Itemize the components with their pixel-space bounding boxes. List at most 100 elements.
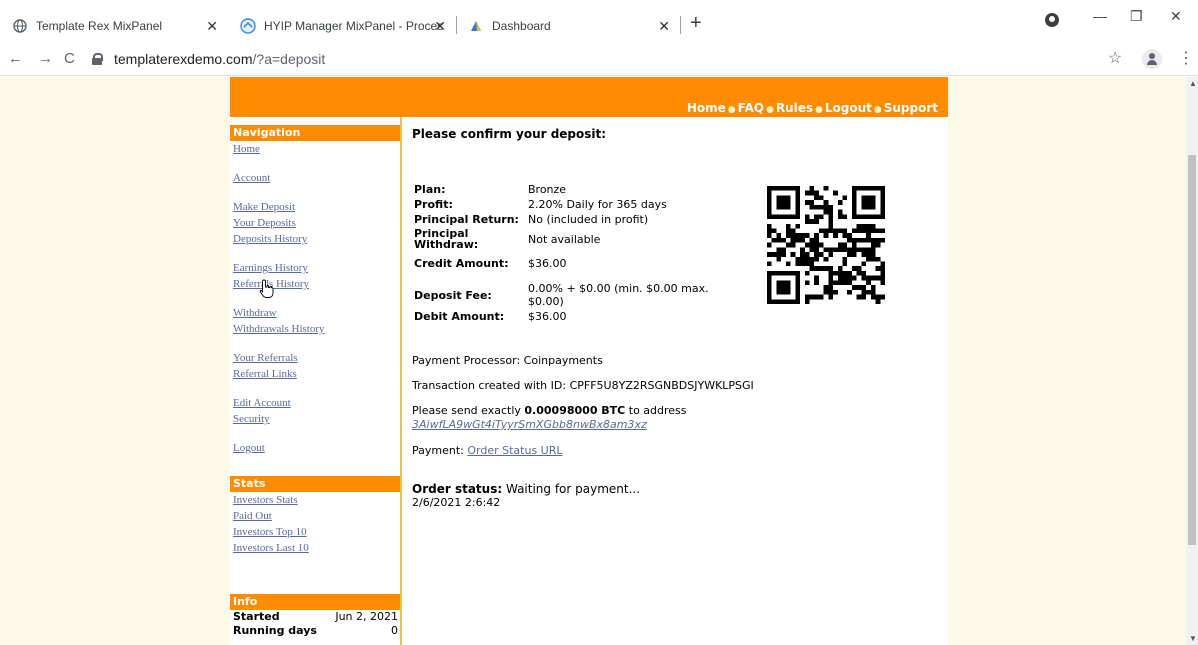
nav-withdraw[interactable]: Withdraw — [230, 305, 400, 321]
site-container: Home ● FAQ ● Rules ● Logout ● Support Navigation… — [230, 77, 948, 645]
scrollbar-thumb[interactable] — [1188, 155, 1196, 545]
forward-arrow-icon[interactable]: → — [38, 50, 53, 67]
qr-module — [880, 214, 885, 220]
nav-your-deposits[interactable]: Your Deposits — [230, 215, 400, 231]
nav-home[interactable]: Home — [230, 141, 400, 157]
left-sidebar: Navigation Home Account Make Deposit You… — [230, 117, 402, 645]
qr-module — [833, 280, 838, 286]
info-value: Jun 2, 2021 — [335, 610, 398, 623]
top-nav-home[interactable]: Home — [687, 101, 726, 115]
scroll-down-arrow-icon[interactable]: ▼ — [1189, 634, 1197, 643]
qr-module — [781, 252, 786, 257]
scroll-up-arrow-icon[interactable]: ▲ — [1189, 79, 1197, 88]
qr-module — [767, 261, 772, 267]
qr-module — [781, 204, 786, 210]
qr-module — [837, 266, 843, 271]
qr-module — [814, 252, 819, 257]
stats-investors-top-10[interactable]: Investors Top 10 — [230, 524, 400, 540]
nav-withdrawals-history[interactable]: Withdrawals History — [230, 321, 400, 337]
close-tab-icon[interactable]: ✕ — [434, 18, 446, 35]
qr-module — [851, 242, 857, 248]
qr-module — [771, 186, 777, 191]
qr-module — [847, 252, 852, 257]
recording-icon[interactable] — [1045, 13, 1059, 27]
minimize-icon[interactable]: — — [1093, 8, 1107, 24]
stats-investors-last-10[interactable]: Investors Last 10 — [230, 540, 400, 556]
qr-module — [771, 252, 777, 257]
order-status-url-link[interactable]: Order Status URL — [467, 444, 562, 457]
row-label: Deposit Fee: — [414, 288, 492, 302]
qr-module — [818, 228, 824, 234]
tab-hyip-manager[interactable]: HYIP Manager MixPanel - Proces ✕ — [232, 10, 454, 42]
url-field[interactable]: templaterexdemo.com/?a=deposit — [92, 47, 1092, 71]
row-value: 0.00% + $0.00 (min. $0.00 max. $0.00) — [528, 282, 709, 308]
nav-referral-links[interactable]: Referral Links — [230, 366, 400, 382]
restore-icon[interactable]: ❐ — [1130, 8, 1143, 25]
nav-your-referrals[interactable]: Your Referrals — [230, 350, 400, 366]
row-value: No (included in profit) — [528, 213, 649, 226]
qr-module — [870, 275, 876, 281]
qr-module — [870, 214, 876, 220]
qr-module — [804, 200, 810, 205]
qr-module — [767, 200, 772, 205]
qr-module — [767, 233, 772, 238]
stats-paid-out[interactable]: Paid Out — [230, 508, 400, 524]
qr-module — [870, 289, 876, 295]
page-viewport: Home ● FAQ ● Rules ● Logout ● Support Navigation… — [0, 77, 1186, 645]
tab-template-rex[interactable]: Template Rex MixPanel ✕ — [6, 10, 226, 42]
transaction-line: Transaction created with ID: CPFF5U8YZ2R… — [412, 379, 754, 392]
dashboard-favicon — [468, 18, 484, 34]
qr-module — [776, 289, 782, 295]
top-nav-logout[interactable]: Logout — [825, 101, 872, 115]
btc-address-link[interactable]: 3AiwfLA9wGt4iTyyrSmXGbb8nwBx8am3xz — [412, 418, 647, 431]
qr-module — [823, 209, 829, 215]
nav-referrals-history[interactable]: Referrals History — [230, 276, 400, 292]
close-tab-icon[interactable]: ✕ — [206, 18, 218, 35]
qr-module — [880, 270, 885, 276]
qr-module — [767, 228, 772, 234]
qr-module — [828, 228, 834, 234]
transaction-id: CPFF5U8YZ2RSGNBDSJYWKLPSGI — [569, 379, 754, 392]
close-window-icon[interactable]: ✕ — [1170, 8, 1182, 25]
top-nav-support[interactable]: Support — [884, 101, 938, 115]
qr-module — [814, 214, 819, 220]
qr-module — [795, 204, 801, 210]
close-tab-icon[interactable]: ✕ — [658, 18, 670, 35]
nav-deposits-history[interactable]: Deposits History — [230, 231, 400, 247]
qr-module — [870, 242, 876, 248]
qr-module — [851, 252, 857, 257]
qr-module — [880, 209, 885, 215]
qr-module — [861, 252, 867, 257]
qr-module — [785, 223, 791, 229]
bookmark-star-icon[interactable]: ☆ — [1108, 48, 1122, 68]
qr-module — [795, 289, 801, 295]
back-arrow-icon[interactable]: ← — [8, 50, 23, 67]
qr-module — [880, 228, 885, 234]
nav-earnings-history[interactable]: Earnings History — [230, 260, 400, 276]
qr-module — [814, 204, 819, 210]
qr-module — [804, 214, 810, 220]
qr-module — [795, 190, 801, 196]
qr-module — [847, 237, 852, 243]
stats-investors-stats[interactable]: Investors Stats — [230, 492, 400, 508]
reload-icon[interactable]: C — [64, 50, 75, 67]
top-nav-rules[interactable]: Rules — [776, 101, 813, 115]
nav-make-deposit[interactable]: Make Deposit — [230, 199, 400, 215]
top-nav-faq[interactable]: FAQ — [738, 101, 764, 115]
order-status-time: 2/6/2021 2:6:42 — [412, 496, 501, 509]
nav-edit-account[interactable]: Edit Account — [230, 395, 400, 411]
qr-module — [875, 186, 881, 191]
new-tab-plus-icon[interactable]: + — [690, 12, 702, 35]
tab-dashboard[interactable]: Dashboard ✕ — [460, 10, 678, 42]
qr-module — [809, 247, 815, 253]
qr-module — [828, 266, 834, 271]
profile-avatar-icon[interactable] — [1142, 49, 1162, 69]
qr-module — [809, 261, 815, 267]
nav-security[interactable]: Security — [230, 411, 400, 427]
page-scrollbar[interactable]: ▲ ▼ — [1186, 77, 1198, 645]
menu-kebab-icon[interactable]: ⋮ — [1178, 48, 1194, 68]
qr-module — [790, 270, 796, 276]
qr-module — [785, 186, 791, 191]
nav-logout[interactable]: Logout — [230, 440, 400, 456]
nav-account[interactable]: Account — [230, 170, 400, 186]
